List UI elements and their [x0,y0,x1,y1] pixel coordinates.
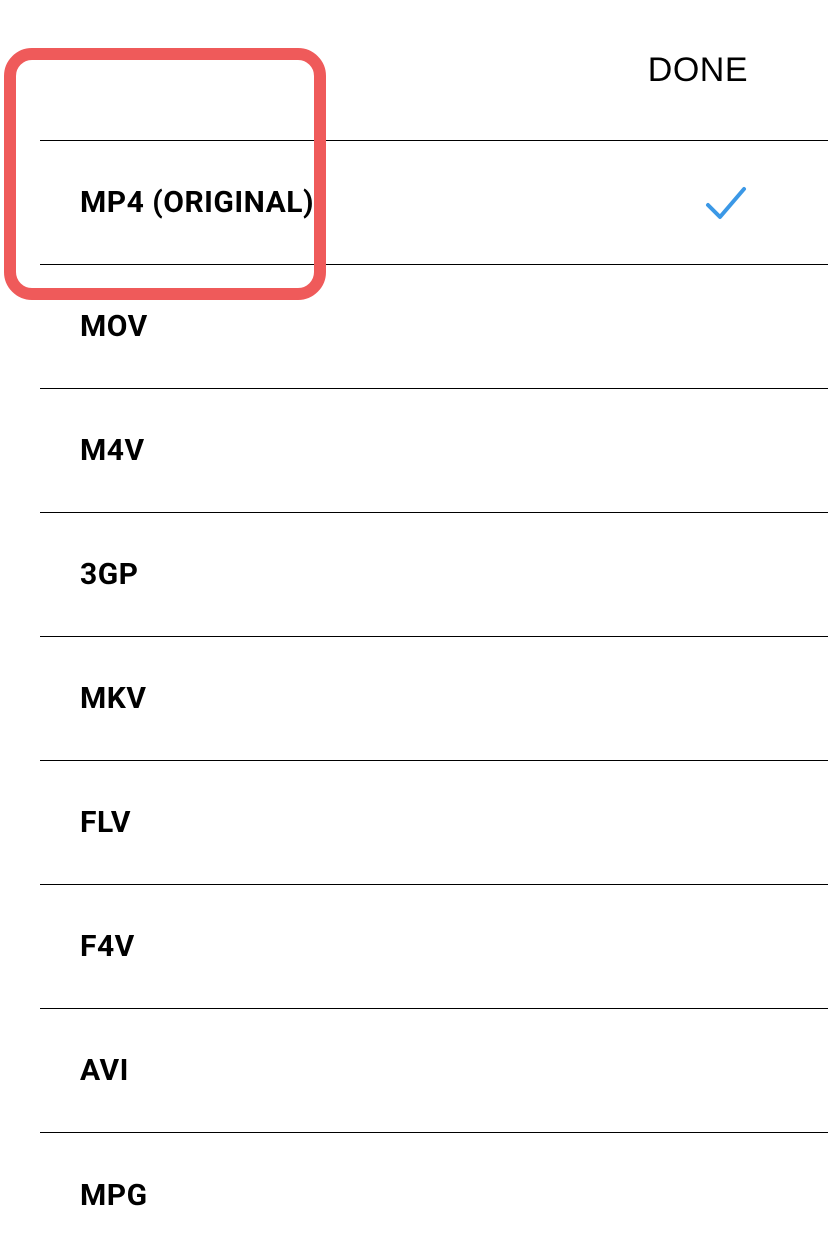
format-option-mp4[interactable]: MP4 (ORIGINAL) [40,141,828,265]
format-label: F4V [80,929,135,964]
checkmark-icon [704,181,748,225]
format-option-mov[interactable]: MOV [40,265,828,389]
format-label: FLV [80,805,131,840]
format-option-3gp[interactable]: 3GP [40,513,828,637]
format-option-flv[interactable]: FLV [40,761,828,885]
format-list: MP4 (ORIGINAL) MOV M4V 3GP MKV FLV F4V A… [40,140,828,1257]
format-option-mkv[interactable]: MKV [40,637,828,761]
format-label: M4V [80,433,145,468]
format-label: MOV [80,309,148,344]
format-label: MPG [80,1178,148,1213]
format-label: MP4 (ORIGINAL) [80,185,314,220]
format-label: MKV [80,681,146,716]
format-label: AVI [80,1053,129,1088]
format-option-avi[interactable]: AVI [40,1009,828,1133]
format-option-m4v[interactable]: M4V [40,389,828,513]
format-option-mpg[interactable]: MPG [40,1133,828,1257]
format-label: 3GP [80,557,139,592]
header: DONE [0,0,828,140]
format-option-f4v[interactable]: F4V [40,885,828,1009]
done-button[interactable]: DONE [648,51,748,90]
